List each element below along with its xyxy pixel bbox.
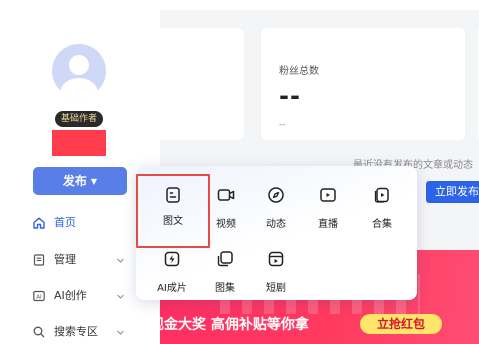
menu-item-label: AI成片 — [157, 283, 187, 294]
menu-item-label: 直播 — [318, 219, 338, 230]
image-text-icon — [166, 187, 180, 203]
live-icon — [320, 188, 336, 202]
menu-item-ai-film[interactable]: AI成片 — [144, 240, 200, 294]
fans-sub-value: -- — [279, 120, 286, 130]
home-icon — [33, 217, 45, 229]
fans-card: 粉丝总数 -- -- — [261, 28, 465, 140]
publish-now-button[interactable]: 立即发布 — [426, 181, 479, 203]
author-level-badge: 基础作者 — [55, 111, 104, 127]
doc-icon — [33, 254, 45, 266]
menu-item-label: 合集 — [372, 219, 392, 230]
menu-item-live[interactable]: 直播 — [300, 176, 356, 230]
banner-text: 现金大奖 高佣补贴等你拿 — [160, 317, 309, 333]
sidebar-item-home[interactable]: 首页 — [32, 213, 128, 233]
ai-film-icon — [164, 251, 180, 267]
sidebar-item-ai[interactable]: AI AI创作 — [32, 286, 128, 306]
publish-button[interactable]: 发布 ▼ — [33, 167, 127, 195]
publish-menu: 图文 视频 动态 直播 合集 AI成片 图集 短剧 — [136, 166, 417, 300]
avatar-head — [69, 55, 89, 75]
avatar-body — [60, 78, 98, 98]
sidebar-item-search[interactable]: 搜索专区 — [32, 322, 128, 342]
stats-card — [160, 28, 244, 140]
chevron-down-icon — [117, 294, 124, 299]
menu-item-label: 视频 — [216, 219, 236, 230]
menu-item-label: 短剧 — [266, 283, 286, 294]
avatar[interactable] — [52, 44, 106, 98]
fans-label: 粉丝总数 — [279, 66, 319, 77]
username-redacted — [52, 130, 106, 156]
menu-item-label: 动态 — [266, 219, 286, 230]
caret-down-icon: ▼ — [90, 177, 98, 186]
compass-icon — [268, 187, 284, 203]
menu-item-collection[interactable]: 合集 — [354, 176, 410, 230]
sidebar-item-label: 搜索专区 — [54, 325, 98, 338]
sidebar-item-label: AI创作 — [54, 289, 87, 302]
search-icon — [33, 326, 45, 338]
sidebar-item-manage[interactable]: 管理 — [32, 250, 128, 270]
chevron-down-icon — [117, 258, 124, 263]
fans-value: -- — [279, 82, 301, 110]
top-bar — [160, 0, 479, 10]
grab-red-packet-button[interactable]: 立抢红包 — [360, 314, 442, 334]
sidebar-item-label: 首页 — [54, 216, 76, 229]
menu-item-dynamic[interactable]: 动态 — [248, 176, 304, 230]
chevron-down-icon — [117, 330, 124, 335]
short-drama-icon — [268, 251, 284, 267]
menu-item-video[interactable]: 视频 — [198, 176, 254, 230]
video-icon — [217, 189, 235, 201]
menu-item-short-drama[interactable]: 短剧 — [248, 240, 304, 294]
ai-icon: AI — [33, 290, 45, 302]
svg-text:AI: AI — [36, 295, 42, 301]
sidebar-item-label: 管理 — [54, 253, 76, 266]
menu-item-gallery[interactable]: 图集 — [197, 240, 253, 294]
collection-icon — [374, 187, 389, 203]
publish-button-label: 发布 — [62, 174, 87, 188]
menu-item-label: 图集 — [215, 283, 235, 294]
gallery-icon — [217, 251, 233, 267]
